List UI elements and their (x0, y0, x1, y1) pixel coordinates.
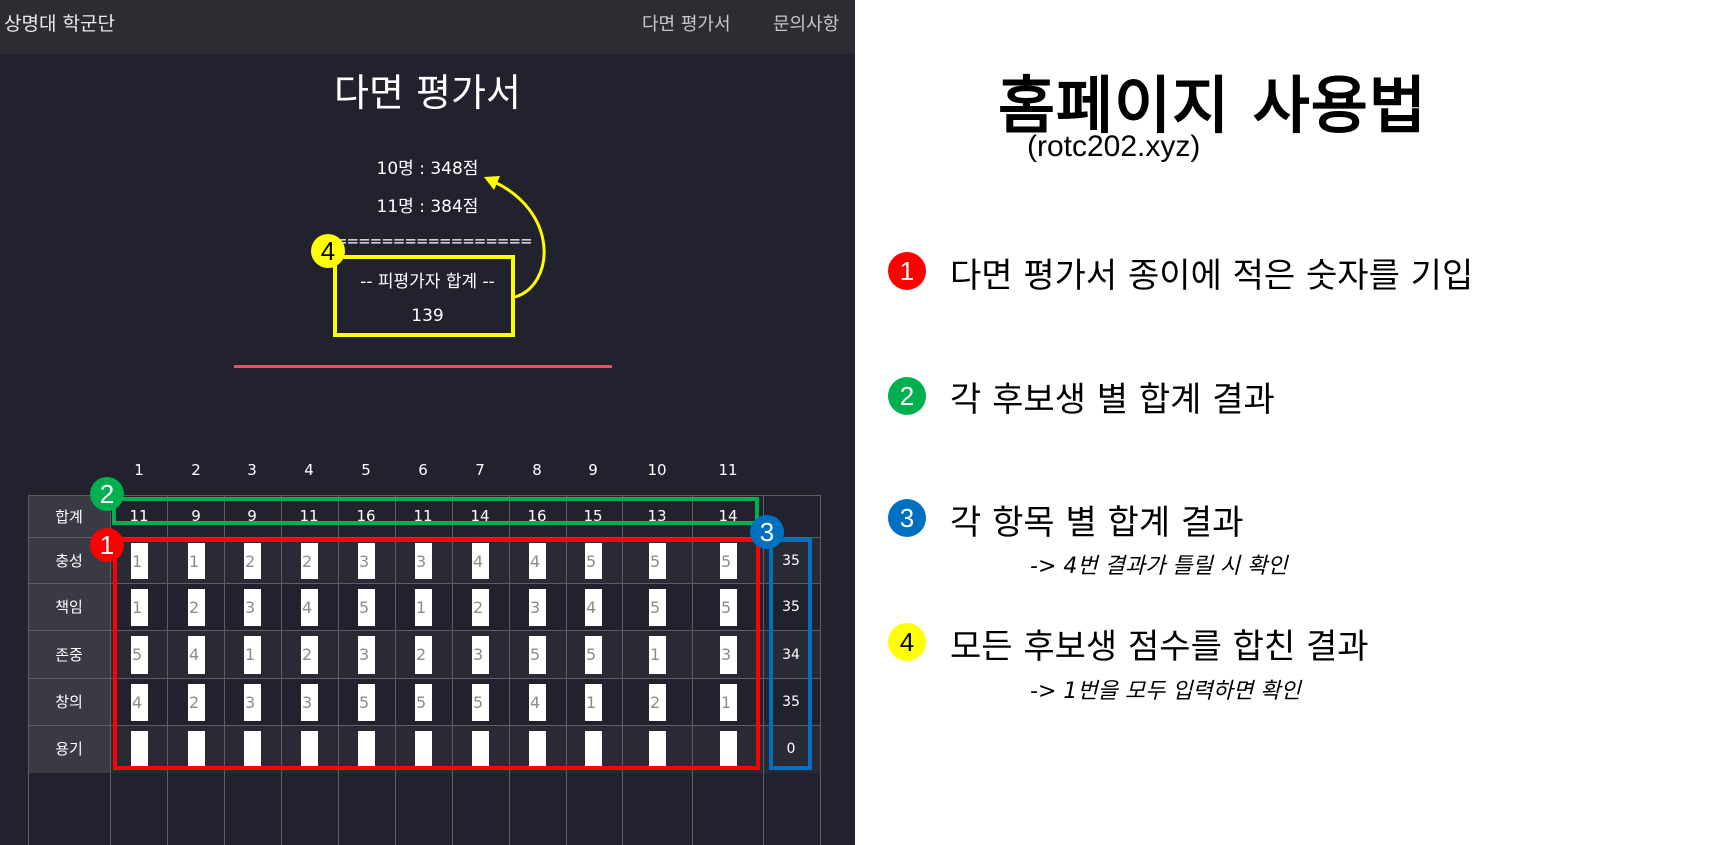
step-sub-4: -> 1번을 모두 입력하면 확인 (1030, 679, 1301, 704)
badge-2: 2 (90, 477, 124, 511)
guide-panel: 홈페이지 사용법 (rotc202.xyz) 1 다면 평가서 종이에 적은 숫… (855, 0, 1713, 845)
step-sub-3: -> 4번 결과가 틀릴 시 확인 (1030, 554, 1288, 579)
step-badge-1: 1 (888, 252, 926, 290)
highlight-sum-row (112, 497, 759, 525)
step-badge-3: 3 (888, 499, 926, 537)
step-badge-4: 4 (888, 623, 926, 661)
step-text-1: 다면 평가서 종이에 적은 숫자를 기입 (950, 256, 1474, 296)
highlight-row-totals (769, 538, 812, 770)
step-text-2: 각 후보생 별 합계 결과 (950, 380, 1275, 420)
step-text-3: 각 항목 별 합계 결과 (950, 503, 1244, 543)
step-text-4: 모든 후보생 점수를 합친 결과 (950, 627, 1369, 667)
badge-3: 3 (750, 515, 784, 549)
highlight-input-area (113, 538, 760, 770)
step-badge-2: 2 (888, 377, 926, 415)
badge-1: 1 (90, 528, 124, 562)
highlight-total (333, 255, 515, 337)
evaluation-app: 상명대 학군단 다면 평가서 문의사항 다면 평가서 10명 : 348점 11… (0, 0, 855, 845)
guide-url: (rotc202.xyz) (1027, 130, 1201, 163)
badge-4: 4 (311, 234, 345, 268)
